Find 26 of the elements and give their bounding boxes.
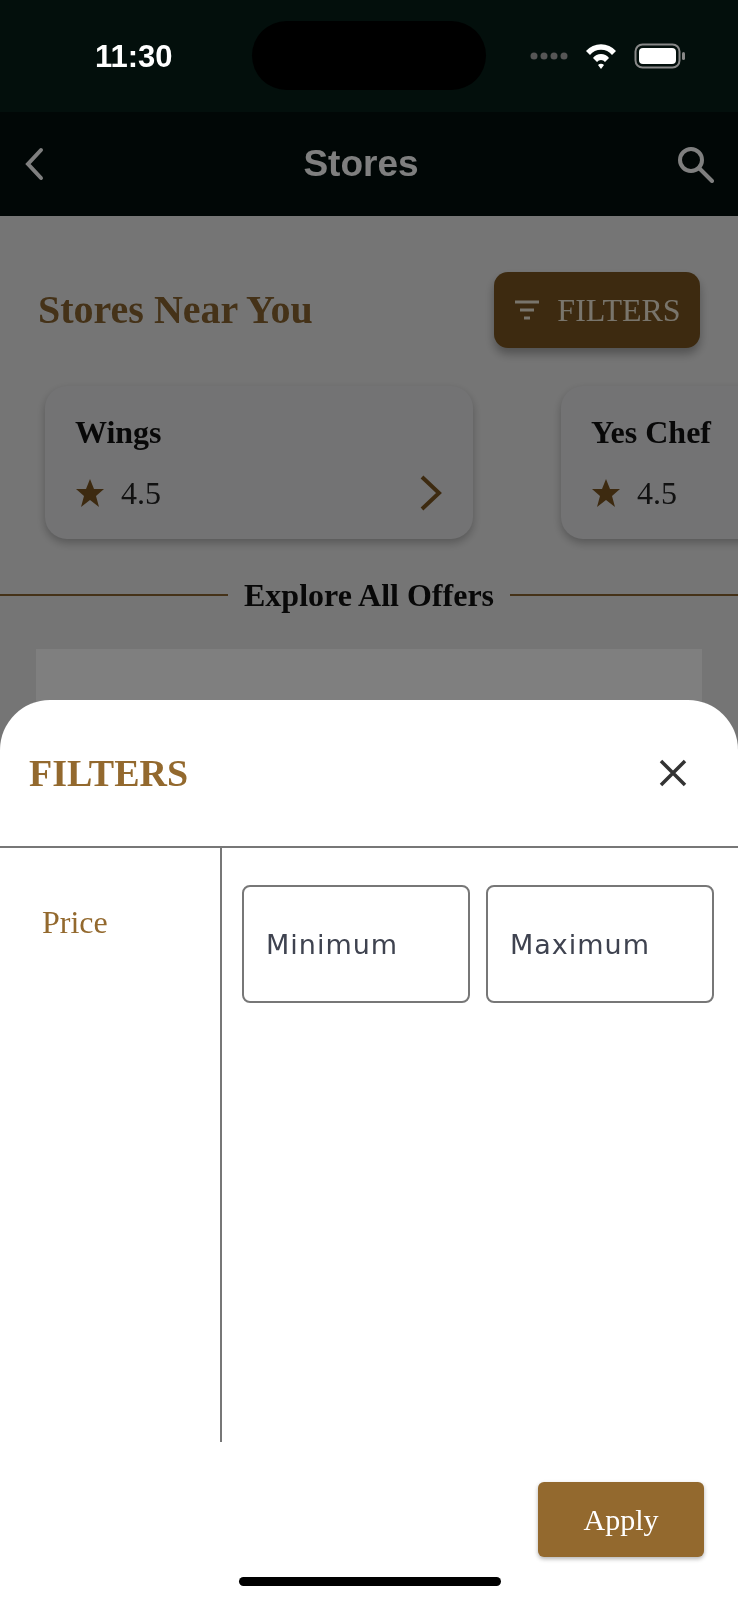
apply-button[interactable]: Apply <box>538 1482 704 1557</box>
close-icon[interactable] <box>658 758 688 788</box>
back-icon[interactable] <box>24 147 46 181</box>
store-rating: 4.5 <box>121 474 161 513</box>
signal-icon <box>530 51 568 61</box>
store-rating: 4.5 <box>637 474 677 513</box>
price-field[interactable]: Minimum <box>242 885 470 1003</box>
star-icon <box>591 478 621 508</box>
store-name: Yes Chef <box>591 413 713 452</box>
section-title: Stores Near You <box>38 286 313 334</box>
price-field[interactable]: Maximum <box>486 885 714 1003</box>
sheet-title: FILTERS <box>29 750 189 796</box>
chevron-icon[interactable] <box>419 474 443 512</box>
store-name: Wings <box>75 413 163 452</box>
filter-icon <box>513 299 542 321</box>
store-card[interactable]: Yes Chef 4.5 <box>561 386 738 539</box>
battery-icon <box>634 43 686 69</box>
wifi-icon <box>584 42 618 70</box>
filter-category[interactable]: Price <box>0 898 220 946</box>
star-icon <box>75 478 105 508</box>
store-card[interactable]: Wings 4.5 <box>45 386 473 539</box>
status-time: 11:30 <box>95 38 173 76</box>
search-icon[interactable] <box>676 145 714 183</box>
filters-button[interactable]: FILTERS <box>494 272 700 348</box>
divider-title: Explore All Offers <box>244 576 495 615</box>
screen-title: Stores <box>303 142 419 187</box>
